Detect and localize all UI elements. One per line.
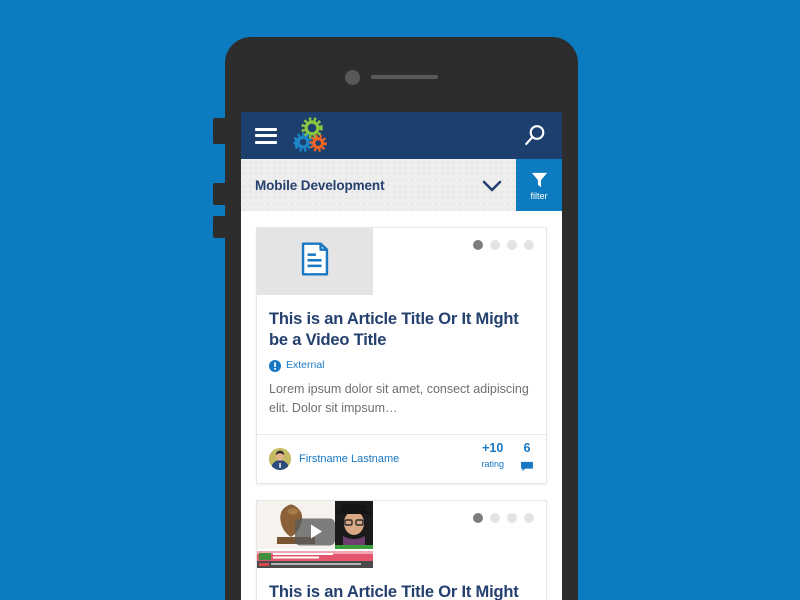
hamburger-bar [255, 127, 277, 131]
hamburger-menu-icon[interactable] [255, 127, 277, 144]
pagination-dot[interactable] [507, 512, 517, 523]
category-bar: Mobile Development filter [241, 159, 562, 211]
document-icon [301, 242, 329, 281]
pagination-dot[interactable] [490, 512, 500, 523]
filter-button[interactable]: filter [516, 159, 562, 211]
card-body: This is an Article Title Or It Might be … [257, 295, 546, 434]
info-circle-icon [269, 359, 281, 372]
comments-count: 6 [523, 441, 531, 456]
pagination-dot[interactable] [473, 512, 483, 523]
article-title[interactable]: This is an Article Title Or It Might be … [269, 582, 534, 600]
chevron-down-icon [482, 179, 502, 192]
rating-label: rating [481, 458, 504, 469]
comments-metric[interactable]: 6 [520, 441, 534, 476]
card-pagination-dots[interactable] [473, 240, 534, 250]
card-metrics: +10 rating 6 [481, 441, 534, 476]
hamburger-bar [255, 134, 277, 137]
three-gears-logo[interactable] [293, 116, 331, 155]
phone-screen: Mobile Development filter This is an Art… [241, 112, 562, 600]
pagination-dot[interactable] [473, 240, 483, 250]
article-card[interactable]: This is an Article Title Or It Might be … [256, 499, 547, 600]
comment-bubble-icon [520, 459, 534, 477]
article-thumbnail[interactable] [257, 228, 373, 295]
external-badge-label: External [286, 358, 325, 371]
rating-value: +10 [482, 441, 504, 456]
rating-metric[interactable]: +10 rating [481, 441, 504, 468]
article-feed[interactable]: This is an Article Title Or It Might be … [241, 211, 562, 600]
card-pagination-dots[interactable] [473, 512, 534, 523]
external-badge: External [269, 358, 534, 372]
card-media [257, 228, 546, 295]
pagination-dot[interactable] [524, 512, 534, 523]
category-dropdown[interactable]: Mobile Development [241, 159, 516, 211]
earpiece-speaker [371, 75, 438, 79]
article-excerpt: Lorem ipsum dolor sit amet, consect adip… [269, 381, 529, 415]
funnel-filter-icon [530, 170, 549, 189]
video-thumbnail[interactable] [257, 500, 373, 568]
pagination-dot[interactable] [524, 240, 534, 250]
card-footer: Firstname Lastname +10 rating 6 [257, 433, 546, 483]
card-body: This is an Article Title Or It Might be … [257, 568, 546, 600]
avatar[interactable] [269, 447, 291, 470]
hamburger-bar [255, 140, 277, 144]
play-button-icon[interactable] [295, 518, 335, 546]
filter-button-label: filter [530, 190, 548, 201]
category-selected-label: Mobile Development [255, 177, 385, 193]
article-card[interactable]: This is an Article Title Or It Might be … [256, 227, 547, 484]
article-title[interactable]: This is an Article Title Or It Might be … [269, 309, 534, 351]
front-camera-icon [345, 70, 360, 85]
app-header [241, 112, 562, 159]
author-name[interactable]: Firstname Lastname [299, 453, 399, 465]
pagination-dot[interactable] [490, 240, 500, 250]
search-icon[interactable] [522, 123, 548, 149]
pagination-dot[interactable] [507, 240, 517, 250]
card-media [257, 500, 546, 568]
canvas: Mobile Development filter This is an Art… [0, 0, 800, 600]
